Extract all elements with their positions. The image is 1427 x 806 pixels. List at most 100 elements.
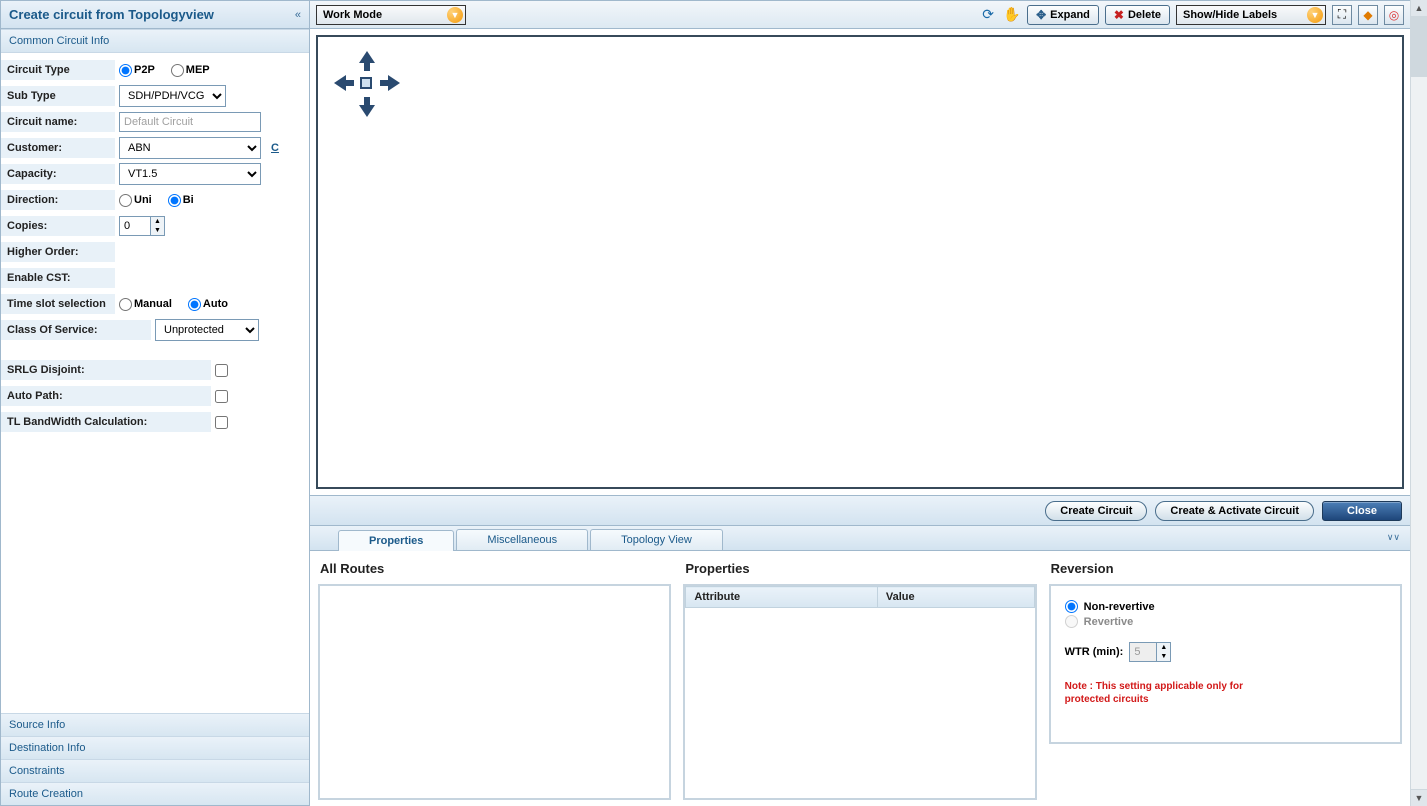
reversion-note: Note : This setting applicable only for …: [1065, 680, 1275, 706]
bottom-tab-bar: Properties Miscellaneous Topology View ∨…: [310, 525, 1410, 551]
delete-x-icon: ✖: [1114, 8, 1124, 22]
label-direction: Direction:: [1, 190, 115, 210]
common-circuit-form: Circuit Type P2P MEP Sub Type SDH/PDH/VC…: [1, 53, 309, 713]
radio-mep[interactable]: MEP: [171, 64, 210, 77]
scroll-up-icon[interactable]: ▲: [1411, 0, 1427, 17]
topology-canvas[interactable]: [316, 35, 1404, 489]
label-circuit-type: Circuit Type: [1, 60, 115, 80]
select-cos[interactable]: Unprotected: [155, 319, 259, 341]
label-time-slot: Time slot selection: [1, 294, 115, 314]
alert-icon[interactable]: ◆: [1358, 5, 1378, 25]
reversion-box: Non-revertive Revertive WTR (min): ▲▼ No…: [1049, 584, 1402, 744]
refresh-icon[interactable]: ⟳: [979, 6, 997, 24]
scroll-track[interactable]: [1411, 77, 1427, 789]
radio-bi[interactable]: Bi: [168, 194, 194, 207]
close-button[interactable]: Close: [1322, 501, 1402, 521]
window-scrollbar[interactable]: ▲ ▼: [1410, 0, 1427, 806]
label-enable-cst: Enable CST:: [1, 268, 115, 288]
spinner-copies[interactable]: ▲▼: [119, 216, 165, 236]
section-destination-info[interactable]: Destination Info: [1, 736, 309, 759]
select-customer[interactable]: ABN: [119, 137, 261, 159]
top-toolbar: Work Mode ▼ ⟳ ✋ ✥Expand ✖Delete Show/Hid…: [310, 1, 1410, 29]
radio-uni[interactable]: Uni: [119, 194, 152, 207]
properties-table: Attribute Value: [685, 586, 1034, 608]
radio-p2p-input[interactable]: [119, 64, 132, 77]
label-auto-path: Auto Path:: [1, 386, 211, 406]
select-capacity[interactable]: VT1.5: [119, 163, 261, 185]
wtr-up-icon: ▲: [1157, 643, 1170, 652]
radio-manual[interactable]: Manual: [119, 298, 172, 311]
radio-revertive-input[interactable]: [1065, 615, 1078, 628]
radio-auto[interactable]: Auto: [188, 298, 228, 311]
pan-down-arrow-icon[interactable]: [359, 97, 375, 117]
delete-button[interactable]: ✖Delete: [1105, 5, 1170, 25]
col-value: Value: [877, 587, 1034, 608]
radio-auto-input[interactable]: [188, 298, 201, 311]
expand-button[interactable]: ✥Expand: [1027, 5, 1099, 25]
all-routes-title: All Routes: [318, 557, 671, 584]
checkbox-srlg[interactable]: [215, 364, 228, 377]
sidebar-title-bar: Create circuit from Topologyview «: [1, 1, 309, 29]
properties-panel-content: All Routes Properties Attribute Value Re…: [310, 551, 1410, 806]
copies-up-icon[interactable]: ▲: [151, 217, 164, 226]
wtr-down-icon: ▼: [1157, 652, 1170, 661]
label-copies: Copies:: [1, 216, 115, 236]
radio-uni-input[interactable]: [119, 194, 132, 207]
section-constraints[interactable]: Constraints: [1, 759, 309, 782]
tab-properties[interactable]: Properties: [338, 530, 454, 551]
main-area: Work Mode ▼ ⟳ ✋ ✥Expand ✖Delete Show/Hid…: [310, 0, 1410, 806]
create-activate-circuit-button[interactable]: Create & Activate Circuit: [1155, 501, 1314, 521]
section-common-circuit-info[interactable]: Common Circuit Info: [1, 29, 309, 53]
checkbox-auto-path[interactable]: [215, 390, 228, 403]
dropdown-show-hide-labels[interactable]: Show/Hide Labels ▼: [1176, 5, 1326, 25]
radio-non-revertive-input[interactable]: [1065, 600, 1078, 613]
pan-navigator[interactable]: [336, 53, 398, 115]
radio-manual-input[interactable]: [119, 298, 132, 311]
input-wtr: [1129, 642, 1157, 662]
spinner-wtr: ▲▼: [1129, 642, 1171, 662]
tab-miscellaneous[interactable]: Miscellaneous: [456, 529, 588, 550]
tab-topology-view[interactable]: Topology View: [590, 529, 723, 550]
show-hide-labels-label: Show/Hide Labels: [1183, 9, 1277, 21]
work-mode-label: Work Mode: [323, 9, 382, 21]
create-circuit-button[interactable]: Create Circuit: [1045, 501, 1147, 521]
fit-screen-icon[interactable]: ⛶: [1332, 5, 1352, 25]
pan-right-arrow-icon[interactable]: [380, 75, 400, 91]
label-tl-bw: TL BandWidth Calculation:: [1, 412, 211, 432]
label-customer: Customer:: [1, 138, 115, 158]
pan-hand-icon[interactable]: ✋: [1003, 6, 1021, 24]
checkbox-tl-bw[interactable]: [215, 416, 228, 429]
arrow-down-icon: ▼: [447, 7, 463, 23]
scroll-thumb[interactable]: [1411, 17, 1427, 77]
expand-icon: ✥: [1036, 8, 1046, 22]
copies-down-icon[interactable]: ▼: [151, 226, 164, 235]
pan-left-arrow-icon[interactable]: [334, 75, 354, 91]
customer-link[interactable]: C: [271, 142, 279, 154]
input-circuit-name[interactable]: [119, 112, 261, 132]
label-capacity: Capacity:: [1, 164, 115, 184]
col-attribute: Attribute: [686, 587, 878, 608]
radio-bi-input[interactable]: [168, 194, 181, 207]
sidebar-collapse-icon[interactable]: «: [295, 9, 301, 21]
arrow-down-icon: ▼: [1307, 7, 1323, 23]
reversion-title: Reversion: [1049, 557, 1402, 584]
section-source-info[interactable]: Source Info: [1, 713, 309, 736]
all-routes-listbox[interactable]: [318, 584, 671, 800]
label-higher-order: Higher Order:: [1, 242, 115, 262]
select-sub-type[interactable]: SDH/PDH/VCG: [119, 85, 226, 107]
section-route-creation[interactable]: Route Creation: [1, 782, 309, 805]
radio-p2p[interactable]: P2P: [119, 64, 155, 77]
radio-revertive[interactable]: Revertive: [1065, 615, 1386, 628]
radio-non-revertive[interactable]: Non-revertive: [1065, 600, 1386, 613]
pan-center-icon[interactable]: [360, 77, 372, 89]
label-circuit-name: Circuit name:: [1, 112, 115, 132]
dropdown-work-mode[interactable]: Work Mode ▼: [316, 5, 466, 25]
help-lifebuoy-icon[interactable]: ◎: [1384, 5, 1404, 25]
pan-up-arrow-icon[interactable]: [359, 51, 375, 71]
tab-collapse-icon[interactable]: ∨∨: [1387, 532, 1400, 543]
radio-mep-input[interactable]: [171, 64, 184, 77]
sidebar-title: Create circuit from Topologyview: [9, 7, 214, 22]
sidebar: Create circuit from Topologyview « Commo…: [0, 0, 310, 806]
scroll-down-icon[interactable]: ▼: [1411, 789, 1427, 806]
input-copies[interactable]: [119, 216, 151, 236]
